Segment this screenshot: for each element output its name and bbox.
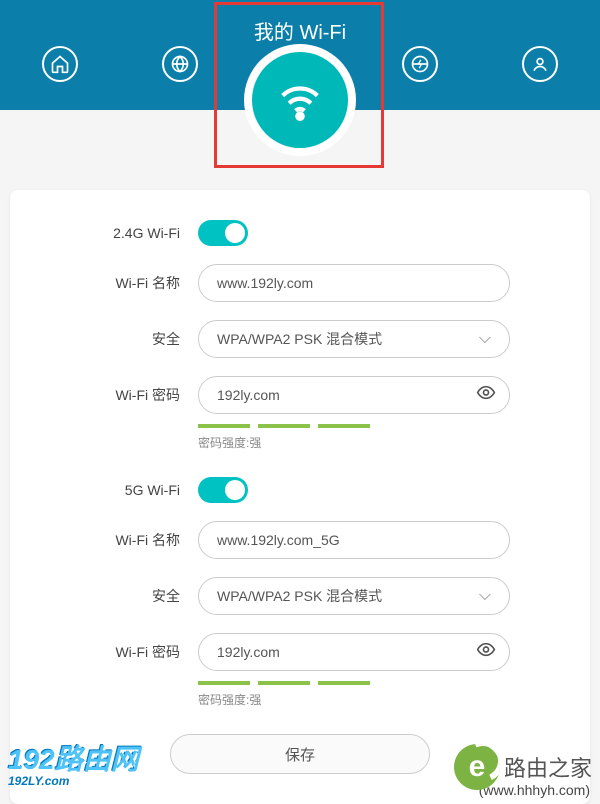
eye-icon[interactable]	[476, 383, 496, 408]
wifi24-security-select[interactable]: WPA/WPA2 PSK 混合模式 ⌵	[198, 320, 510, 358]
wifi5-strength-bars	[198, 681, 510, 685]
wifi5-password-input[interactable]	[198, 633, 510, 671]
wifi-icon	[274, 74, 326, 126]
nav-globe-bolt-icon[interactable]	[402, 46, 438, 82]
wifi24-password-label: Wi-Fi 密码	[90, 385, 180, 405]
wifi24-security-label: 安全	[90, 329, 180, 349]
watermark-right: e 路由之家	[454, 744, 592, 790]
wifi5-toggle[interactable]	[198, 477, 248, 503]
settings-card: 2.4G Wi-Fi Wi-Fi 名称 安全 WPA/WPA2 PSK 混合模式…	[10, 190, 590, 804]
chevron-down-icon: ⌵	[479, 587, 491, 605]
nav-user-icon[interactable]	[522, 46, 558, 82]
wifi5-security-value: WPA/WPA2 PSK 混合模式	[217, 586, 382, 606]
wifi5-name-label: Wi-Fi 名称	[90, 530, 180, 550]
wifi24-password-input[interactable]	[198, 376, 510, 414]
wifi5-strength-text: 密码强度:强	[198, 691, 510, 708]
wifi24-band-label: 2.4G Wi-Fi	[90, 225, 180, 241]
wifi-center-button[interactable]	[244, 44, 356, 156]
save-button[interactable]: 保存	[170, 734, 430, 774]
wifi5-name-input[interactable]	[198, 521, 510, 559]
wifi24-name-input[interactable]	[198, 264, 510, 302]
wifi24-toggle[interactable]	[198, 220, 248, 246]
wifi24-strength-text: 密码强度:强	[198, 434, 510, 451]
eye-icon[interactable]	[476, 640, 496, 665]
nav-home-icon[interactable]	[42, 46, 78, 82]
wifi24-strength-bars	[198, 424, 510, 428]
wifi24-name-label: Wi-Fi 名称	[90, 273, 180, 293]
wifi24-security-value: WPA/WPA2 PSK 混合模式	[217, 329, 382, 349]
chevron-down-icon: ⌵	[479, 330, 491, 348]
wifi5-password-label: Wi-Fi 密码	[90, 642, 180, 662]
watermark-logo-icon: e	[454, 744, 500, 790]
wifi5-security-label: 安全	[90, 586, 180, 606]
wifi5-band-label: 5G Wi-Fi	[90, 482, 180, 498]
nav-globe-icon[interactable]	[162, 46, 198, 82]
watermark-left: 192路由网 192LY.com	[8, 738, 139, 788]
wifi5-security-select[interactable]: WPA/WPA2 PSK 混合模式 ⌵	[198, 577, 510, 615]
page-title: 我的 Wi-Fi	[254, 16, 346, 45]
